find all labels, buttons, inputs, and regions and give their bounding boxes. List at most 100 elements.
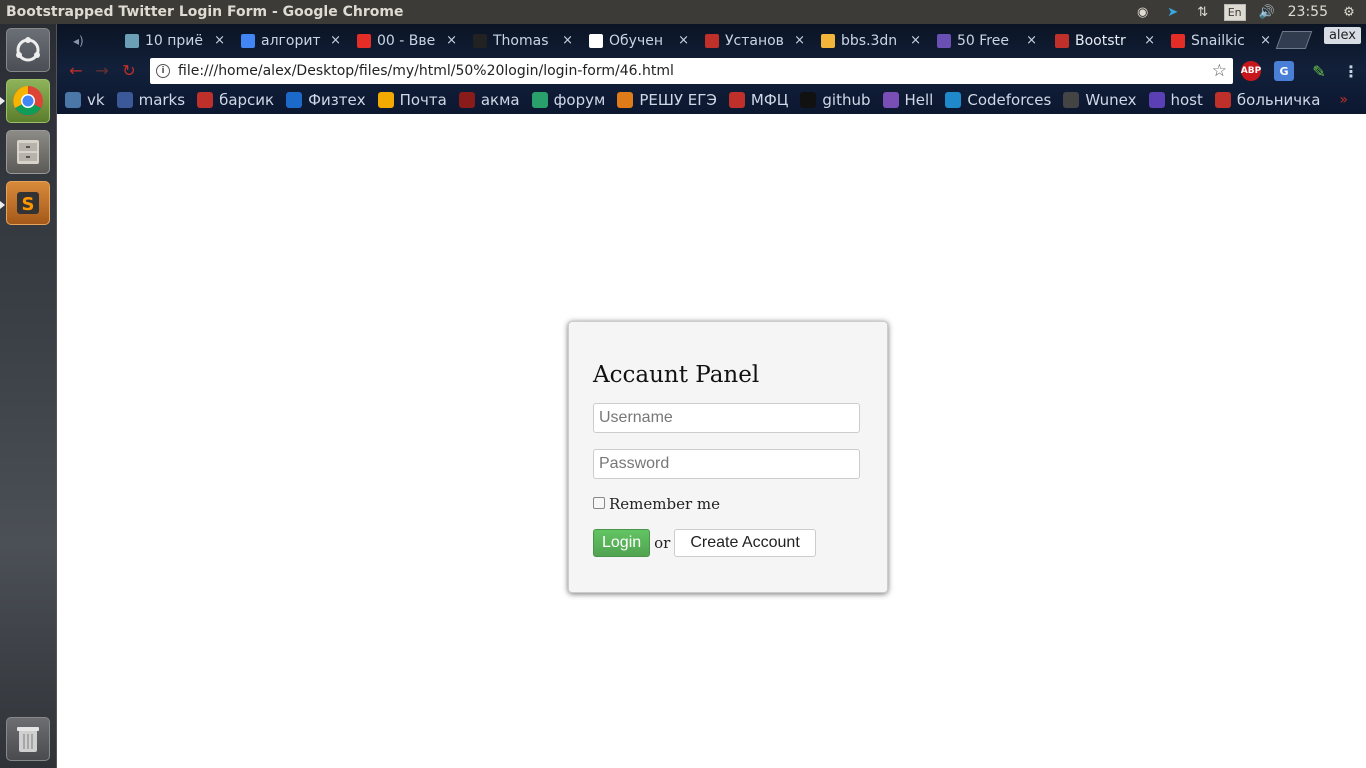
bookmark-item[interactable]: РЕШУ ЕГЭ [617, 91, 717, 109]
remember-me-row: Remember me [593, 495, 863, 513]
dash-home-button[interactable] [6, 28, 50, 72]
bookmarks-overflow-icon[interactable]: » [1339, 92, 1348, 108]
steam-icon[interactable]: ◉ [1134, 3, 1152, 21]
bookmark-item[interactable]: Wunex [1063, 91, 1137, 109]
volume-icon[interactable]: 🔊 [1258, 3, 1276, 21]
tab-title: 00 - Вве [377, 32, 436, 49]
sublime-launcher-icon[interactable]: S [6, 181, 50, 225]
tab-favicon-icon [1055, 33, 1069, 48]
adblock-plus-icon[interactable]: ABP [1241, 61, 1261, 81]
bookmark-favicon-icon [800, 92, 817, 108]
bookmark-favicon-icon [1148, 92, 1165, 108]
browser-tab[interactable]: Thomas × [463, 27, 581, 54]
bookmark-label: РЕШУ ЕГЭ [639, 91, 717, 109]
running-indicator [0, 201, 5, 209]
password-field[interactable] [593, 449, 860, 479]
back-button[interactable]: ← [63, 58, 89, 82]
forward-button[interactable]: → [89, 58, 115, 82]
bookmark-star-icon[interactable]: ☆ [1212, 61, 1227, 81]
browser-tab[interactable]: Обучен × [579, 27, 697, 54]
bookmark-item[interactable]: host [1148, 91, 1203, 109]
pen-extension-icon[interactable]: ✎ [1309, 61, 1329, 81]
tab-title: Snailkic [1191, 32, 1245, 49]
tab-favicon-icon [241, 33, 255, 48]
bookmark-item[interactable]: форум [531, 91, 605, 109]
close-icon[interactable]: × [214, 33, 225, 48]
browser-tab[interactable]: Bootstr × [1045, 27, 1163, 54]
browser-tab[interactable]: Snailkic × [1161, 27, 1279, 54]
browser-tab[interactable]: Установ × [695, 27, 813, 54]
bookmark-item[interactable]: Физтех [286, 91, 366, 109]
bookmark-favicon-icon [377, 92, 394, 108]
speaker-icon: ◂) [73, 33, 84, 48]
keyboard-layout-indicator[interactable]: En [1223, 3, 1246, 21]
telegram-icon[interactable]: ➤ [1164, 3, 1182, 21]
bookmark-item[interactable]: барсик [197, 91, 274, 109]
tab-title: bbs.3dn [841, 32, 898, 49]
chrome-menu-icon[interactable]: ⋮ [1341, 61, 1361, 81]
svg-text:S: S [22, 194, 35, 215]
bookmark-item[interactable]: Почта [377, 91, 447, 109]
bookmark-label: больничка [1236, 91, 1321, 109]
file-cabinet-icon [17, 140, 39, 164]
reload-icon: ↻ [122, 60, 136, 80]
bookmark-item[interactable]: МФЦ [728, 91, 788, 109]
close-icon[interactable]: × [562, 33, 573, 48]
close-icon[interactable]: × [1144, 33, 1155, 48]
trash-icon [17, 727, 39, 752]
bookmark-item[interactable]: github [800, 91, 871, 109]
google-translate-icon[interactable]: G [1274, 61, 1294, 81]
browser-tab[interactable]: 50 Free × [927, 27, 1045, 54]
arrow-right-icon: → [95, 60, 109, 80]
address-bar[interactable]: i file:///home/alex/Desktop/files/my/htm… [150, 58, 1233, 84]
login-button[interactable]: Login [593, 529, 651, 557]
bookmark-favicon-icon [882, 92, 899, 108]
trash-launcher-icon[interactable] [6, 717, 50, 761]
browser-toolbar: ← → ↻ i file:///home/alex/Desktop/files/… [57, 54, 1366, 86]
bookmark-label: акма [480, 91, 520, 109]
close-icon[interactable]: × [446, 33, 457, 48]
panel-title: Accaunt Panel [593, 362, 760, 388]
unity-launcher: S [0, 24, 57, 768]
bookmarks-bar: vk marks барсик Физтех Почта акма форум РЕШУ ЕГ… [57, 86, 1366, 114]
bookmark-item[interactable]: больничка [1214, 91, 1321, 109]
bookmark-label: Почта [399, 91, 447, 109]
browser-tab[interactable]: алгорит × [231, 27, 349, 54]
bookmark-item[interactable]: Codeforces [945, 91, 1051, 109]
gear-icon[interactable]: ⚙ [1340, 3, 1358, 21]
new-tab-button[interactable] [1275, 31, 1313, 49]
system-tray: ◉ ➤ ⇅ En 🔊 23:55 ⚙ [1134, 3, 1366, 21]
close-icon[interactable]: × [910, 33, 921, 48]
username-field[interactable] [593, 403, 860, 433]
chrome-launcher-icon[interactable] [6, 79, 50, 123]
tab-title: Обучен [609, 32, 663, 49]
close-icon[interactable]: × [1260, 33, 1271, 48]
remember-me-label[interactable]: Remember me [609, 495, 720, 513]
bookmark-item[interactable]: vk [65, 91, 105, 109]
tab-title: Thomas [493, 32, 549, 49]
network-icon[interactable]: ⇅ [1194, 3, 1212, 21]
close-icon[interactable]: × [1026, 33, 1037, 48]
browser-tab[interactable]: 10 приё × [115, 27, 233, 54]
address-url[interactable]: file:///home/alex/Desktop/files/my/html/… [178, 63, 1212, 79]
close-icon[interactable]: × [330, 33, 341, 48]
browser-tab[interactable]: 00 - Вве × [347, 27, 465, 54]
tab-title: Установ [725, 32, 784, 49]
close-icon[interactable]: × [794, 33, 805, 48]
clock[interactable]: 23:55 [1288, 4, 1328, 20]
remember-me-checkbox[interactable] [593, 496, 605, 509]
reload-button[interactable]: ↻ [116, 58, 142, 82]
running-indicator [0, 97, 5, 105]
info-icon[interactable]: i [156, 64, 170, 78]
browser-tab[interactable]: bbs.3dn × [811, 27, 929, 54]
bookmark-item[interactable]: marks [116, 91, 185, 109]
bookmark-item[interactable]: Hell [882, 91, 933, 109]
bookmark-item[interactable]: акма [458, 91, 520, 109]
ubuntu-logo-icon [16, 37, 40, 62]
close-icon[interactable]: × [678, 33, 689, 48]
create-account-button[interactable]: Create Account [674, 529, 816, 557]
files-launcher-icon[interactable] [6, 130, 50, 174]
tab-audio[interactable]: ◂) [63, 27, 115, 54]
profile-button[interactable]: alex [1323, 27, 1361, 44]
tab-title: 50 Free [957, 32, 1009, 49]
